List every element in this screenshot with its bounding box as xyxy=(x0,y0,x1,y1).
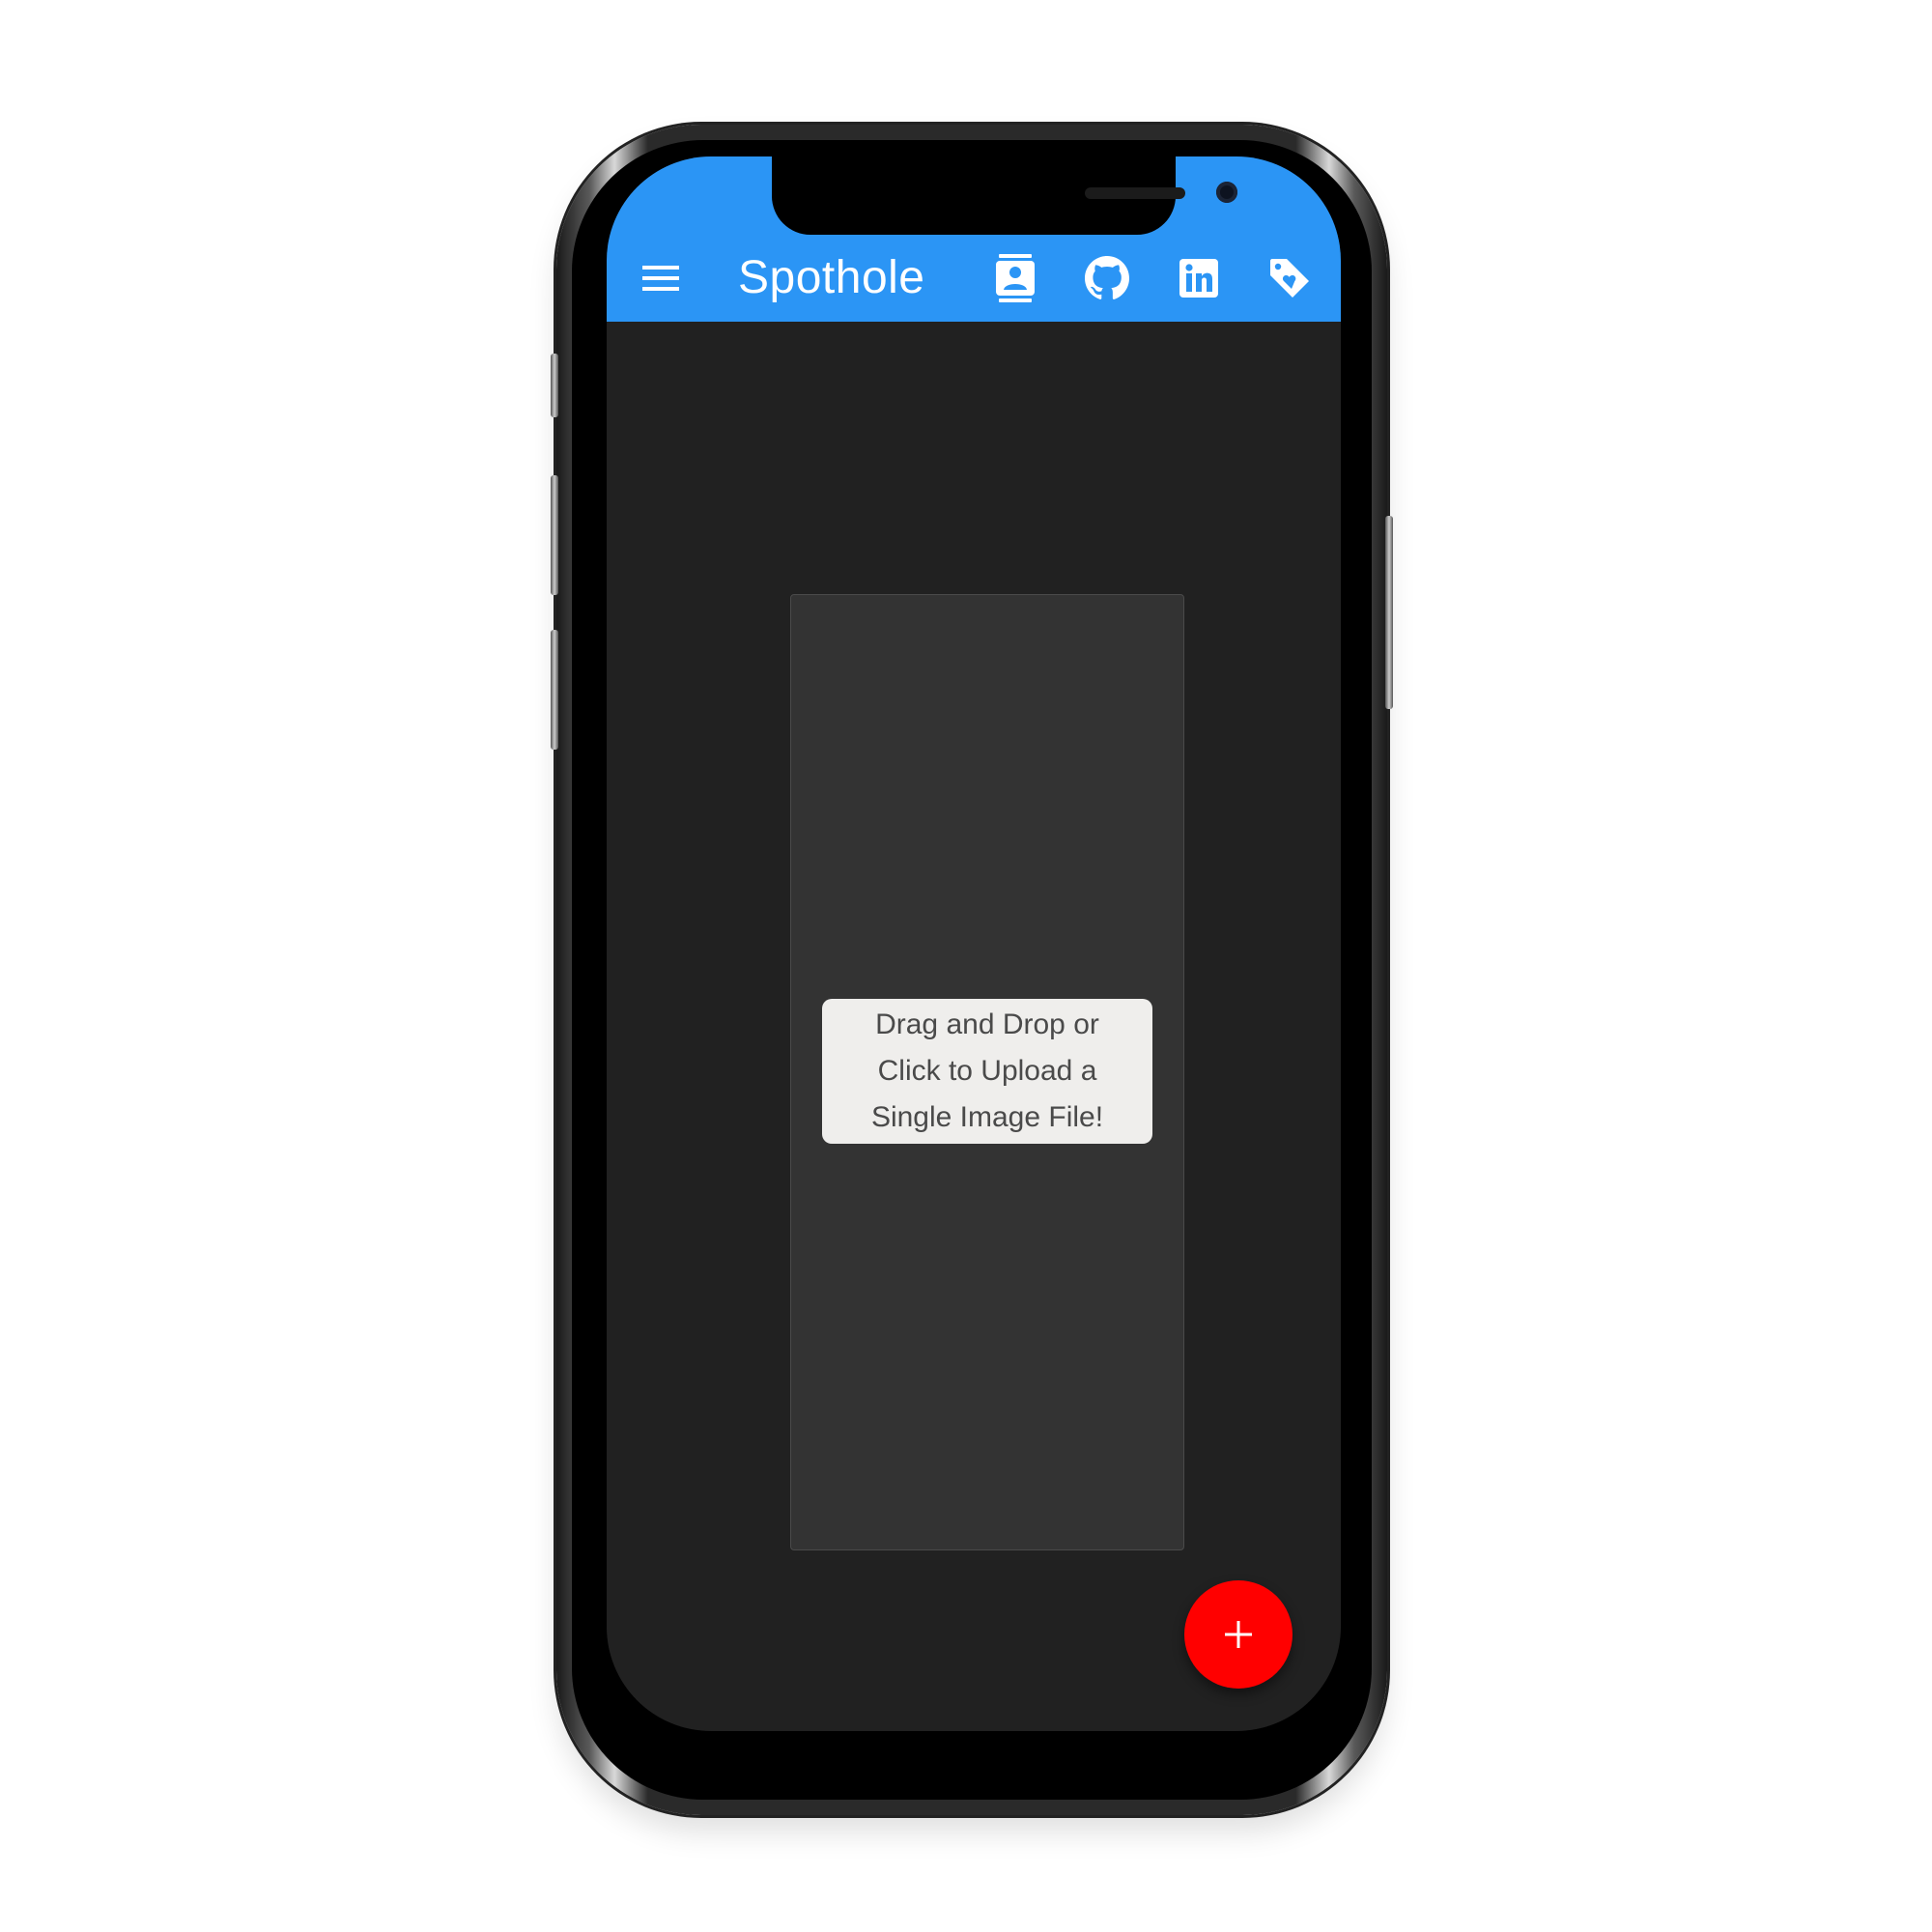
tag-heart-icon xyxy=(1270,259,1309,298)
notch xyxy=(772,156,1237,235)
power-button xyxy=(1385,516,1393,709)
app-bar: Spothole xyxy=(607,156,1341,322)
image-dropzone[interactable]: Drag and Drop or Click to Upload a Singl… xyxy=(790,594,1184,1550)
add-button[interactable] xyxy=(1184,1580,1293,1689)
tag-button[interactable] xyxy=(1260,248,1320,308)
volume-down-button xyxy=(551,630,558,750)
upload-instructions: Drag and Drop or Click to Upload a Singl… xyxy=(822,999,1152,1144)
linkedin-button[interactable] xyxy=(1169,248,1229,308)
linkedin-icon xyxy=(1179,259,1218,298)
speaker-grille xyxy=(1085,187,1185,199)
volume-up-button xyxy=(551,475,558,595)
github-button[interactable] xyxy=(1077,248,1137,308)
app-title: Spothole xyxy=(738,252,925,303)
contact-icon xyxy=(996,254,1035,302)
menu-icon xyxy=(642,266,679,291)
front-camera xyxy=(1216,182,1237,203)
phone-screen: Spothole Drag and Drop or Click to Uploa… xyxy=(607,156,1341,1731)
menu-button[interactable] xyxy=(631,248,691,308)
plus-icon xyxy=(1225,1621,1252,1648)
contact-button[interactable] xyxy=(985,248,1045,308)
silent-switch xyxy=(551,354,558,417)
github-icon xyxy=(1085,256,1129,299)
toolbar: Spothole xyxy=(607,235,1341,322)
